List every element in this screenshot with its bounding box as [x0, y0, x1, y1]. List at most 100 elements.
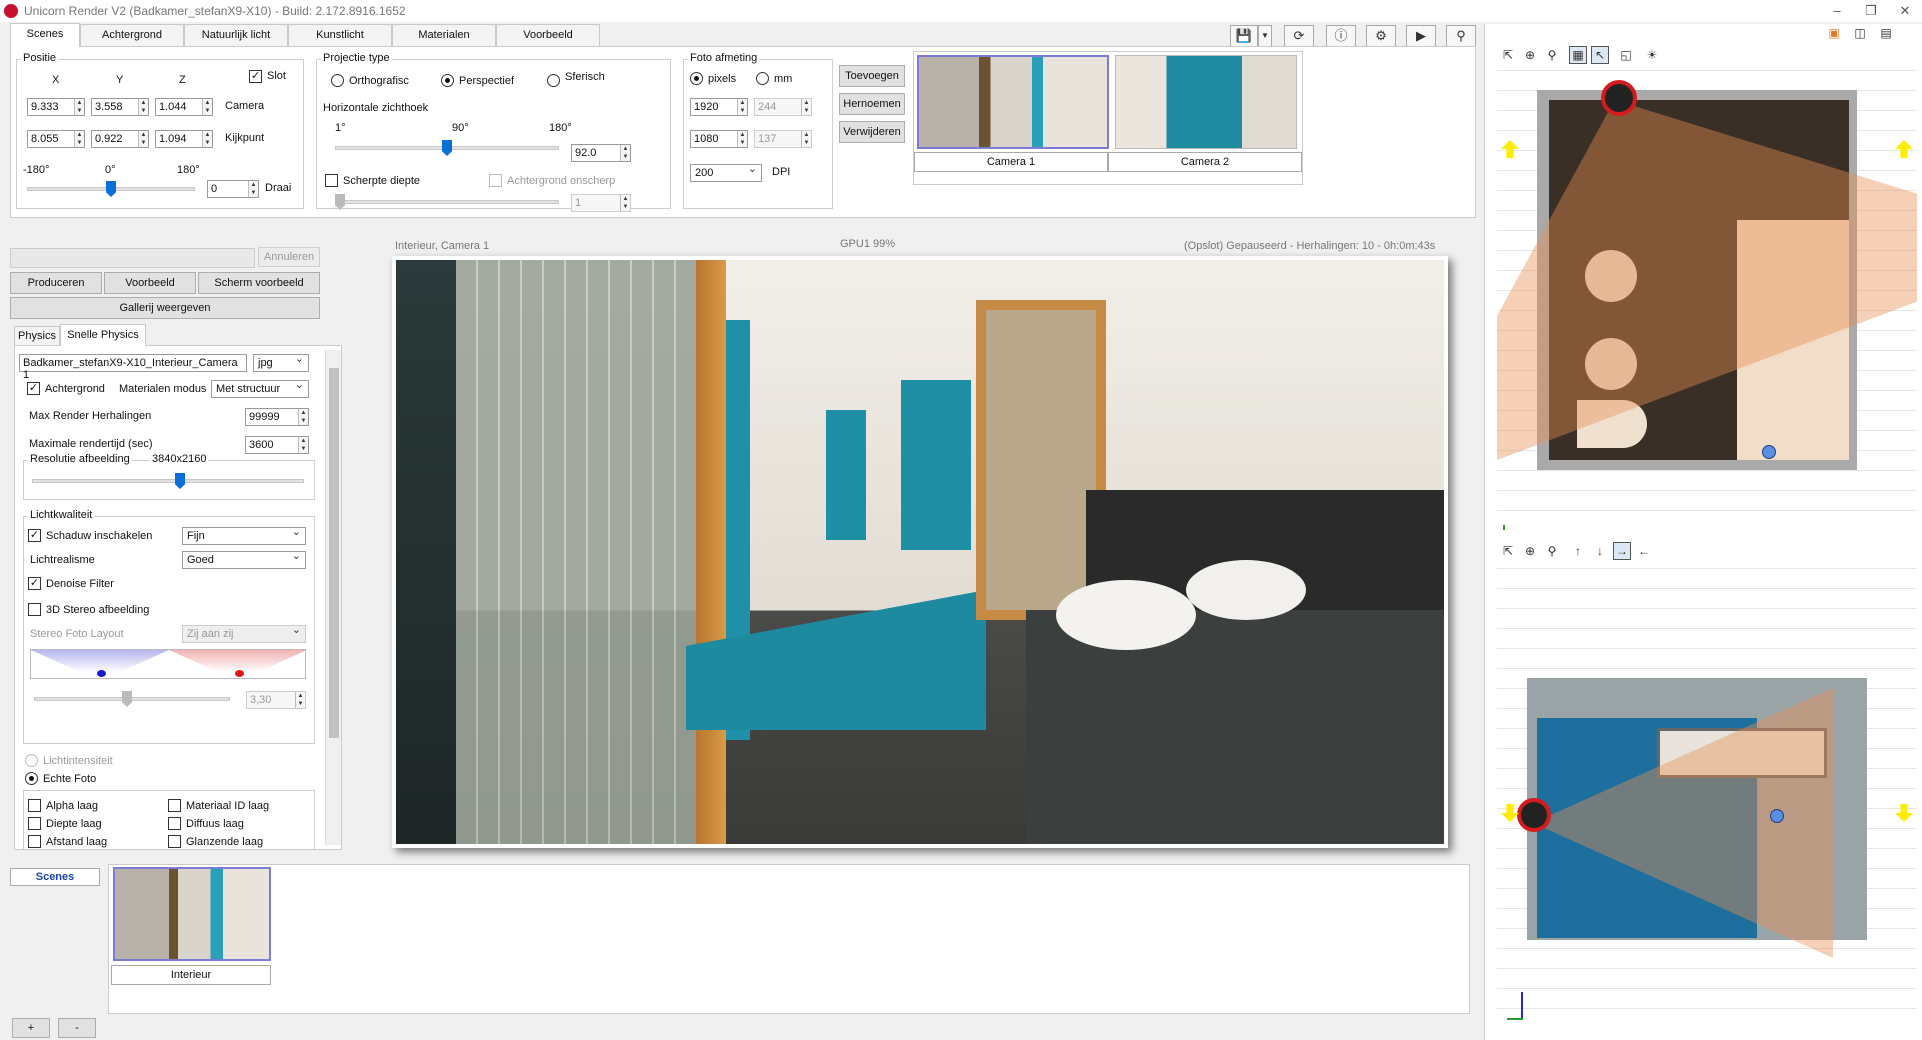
- height-mm-field[interactable]: 137 ▲ ▼: [754, 130, 812, 148]
- camera-x-field[interactable]: 9.333 ▲ ▼: [27, 98, 85, 116]
- resolutie-slider-track[interactable]: [32, 479, 304, 483]
- camera-y-field[interactable]: 3.558 ▲ ▼: [91, 98, 149, 116]
- close-icon[interactable]: ✕: [1890, 2, 1920, 20]
- move-up-right-icon[interactable]: [1895, 140, 1913, 158]
- scrollbar-thumb[interactable]: [329, 368, 339, 738]
- lichtintensiteit-radio[interactable]: [25, 754, 38, 767]
- pixels-radio[interactable]: [690, 72, 703, 85]
- alpha-laag-checkbox[interactable]: [28, 799, 41, 812]
- max-render-field[interactable]: 99999 ▲ ▼: [245, 408, 309, 426]
- mm-radio[interactable]: [756, 72, 769, 85]
- select-tool-icon[interactable]: ↖: [1591, 46, 1609, 64]
- spin-arrows-icon[interactable]: ▲ ▼: [737, 99, 747, 115]
- draai-field[interactable]: 0 ▲ ▼: [207, 180, 259, 198]
- target-point-icon[interactable]: [1762, 445, 1776, 459]
- tab-materialen[interactable]: Materialen: [392, 24, 496, 46]
- remove-scene-button[interactable]: -: [58, 1018, 96, 1038]
- zoom-extents-icon[interactable]: ⇱: [1499, 542, 1517, 560]
- spin-arrows-icon[interactable]: ▲ ▼: [801, 131, 811, 147]
- tab-snelle-physics[interactable]: Snelle Physics: [60, 324, 146, 346]
- sferisch-radio[interactable]: [547, 74, 560, 87]
- spin-arrows-icon[interactable]: ▲ ▼: [138, 131, 148, 147]
- tab-physics[interactable]: Physics: [14, 326, 60, 346]
- spin-arrows-icon[interactable]: ▲ ▼: [202, 131, 212, 147]
- image-icon[interactable]: ◱: [1617, 46, 1635, 64]
- camera-2-caption[interactable]: Camera 2: [1108, 152, 1302, 172]
- schaduw-select[interactable]: Fijn: [182, 525, 306, 545]
- camera-1-marker-icon[interactable]: [1601, 80, 1637, 116]
- camera-2-thumbnail[interactable]: [1115, 55, 1297, 149]
- filename-field[interactable]: Badkamer_stefanX9-X10_Interieur_Camera 1: [19, 354, 247, 381]
- achtergrond-checkbox[interactable]: ✓: [27, 382, 40, 395]
- camera-view-icon[interactable]: ▦: [1569, 46, 1587, 64]
- front-elevation-view[interactable]: [1497, 568, 1917, 1028]
- tab-scenes[interactable]: Scenes: [10, 23, 80, 47]
- search-icon[interactable]: ⚲: [1446, 25, 1476, 47]
- format-select[interactable]: jpg: [253, 352, 309, 372]
- layout-a-icon[interactable]: ▣: [1825, 24, 1843, 42]
- kijkpunt-z-field[interactable]: 1.094 ▲ ▼: [155, 130, 213, 148]
- zoom-icon[interactable]: ⚲: [1543, 46, 1561, 64]
- save-icon[interactable]: 💾: [1230, 25, 1258, 47]
- spin-arrows-icon[interactable]: ▲ ▼: [202, 99, 212, 115]
- spin-arrows-icon[interactable]: ▲ ▼: [248, 181, 258, 197]
- spin-arrows-icon[interactable]: ▲ ▼: [620, 195, 630, 211]
- minimize-icon[interactable]: –: [1822, 2, 1852, 20]
- zoom-icon[interactable]: ⚲: [1543, 542, 1561, 560]
- render-preview-icon[interactable]: ▶: [1406, 25, 1436, 47]
- scherm-voorbeeld-button[interactable]: Scherm voorbeeld: [198, 272, 320, 294]
- arrow-up-icon[interactable]: ↑: [1569, 542, 1587, 560]
- diffuus-laag-checkbox[interactable]: [168, 817, 181, 830]
- kijkpunt-y-field[interactable]: 0.922 ▲ ▼: [91, 130, 149, 148]
- produceren-button[interactable]: Produceren: [10, 272, 102, 294]
- camera-1-caption[interactable]: Camera 1: [914, 152, 1108, 172]
- spin-arrows-icon[interactable]: ▲ ▼: [298, 437, 308, 453]
- gallerij-button[interactable]: Gallerij weergeven: [10, 297, 320, 319]
- layout-b-icon[interactable]: ◫: [1851, 24, 1869, 42]
- perspectief-radio[interactable]: [441, 74, 454, 87]
- stereo-checkbox[interactable]: [28, 603, 41, 616]
- diepte-laag-checkbox[interactable]: [28, 817, 41, 830]
- hernoemen-button[interactable]: Hernoemen: [839, 93, 905, 115]
- spin-arrows-icon[interactable]: ▲ ▼: [737, 131, 747, 147]
- spin-arrows-icon[interactable]: ▲ ▼: [74, 131, 84, 147]
- tab-achtergrond[interactable]: Achtergrond: [80, 24, 184, 46]
- stereo-slider-track[interactable]: [34, 697, 230, 701]
- denoise-checkbox[interactable]: ✓: [28, 577, 41, 590]
- achtergrond-onscherp-checkbox[interactable]: [489, 174, 502, 187]
- orthografisc-radio[interactable]: [331, 74, 344, 87]
- max-tijd-field[interactable]: 3600 ▲ ▼: [245, 436, 309, 454]
- scherpte-checkbox[interactable]: [325, 174, 338, 187]
- dropdown-icon[interactable]: ▼: [1258, 25, 1272, 47]
- spin-arrows-icon[interactable]: ▲ ▼: [138, 99, 148, 115]
- stereo-slider-thumb[interactable]: [122, 691, 132, 707]
- kijkpunt-x-field[interactable]: 8.055 ▲ ▼: [27, 130, 85, 148]
- camera-side-marker-icon[interactable]: [1517, 798, 1551, 832]
- arrow-left-icon[interactable]: ←: [1635, 542, 1653, 560]
- spin-arrows-icon[interactable]: ▲ ▼: [298, 409, 308, 425]
- height-px-field[interactable]: 1080 ▲ ▼: [690, 130, 748, 148]
- network-icon[interactable]: ⚙: [1366, 25, 1396, 47]
- materiaal-id-laag-checkbox[interactable]: [168, 799, 181, 812]
- refresh-icon[interactable]: ⟳: [1284, 25, 1314, 47]
- add-scene-button[interactable]: +: [12, 1018, 50, 1038]
- schaduw-checkbox[interactable]: ✓: [28, 529, 41, 542]
- target-side-point-icon[interactable]: [1770, 809, 1784, 823]
- physics-scrollbar[interactable]: [325, 350, 341, 845]
- toevoegen-button[interactable]: Toevoegen: [839, 65, 905, 87]
- sun-icon[interactable]: ☀: [1643, 46, 1661, 64]
- lichtrealisme-select[interactable]: Goed: [182, 549, 306, 569]
- dpi-select[interactable]: 200: [690, 162, 762, 182]
- zoom-extents-icon[interactable]: ⇱: [1499, 46, 1517, 64]
- echte-foto-radio[interactable]: [25, 772, 38, 785]
- restore-icon[interactable]: ❐: [1856, 2, 1886, 20]
- hz-slider-thumb[interactable]: [442, 140, 452, 156]
- blur-slider-track[interactable]: [335, 200, 559, 204]
- tab-voorbeeld[interactable]: Voorbeeld: [496, 24, 600, 46]
- scenes-label[interactable]: Scenes: [10, 868, 100, 886]
- verwijderen-button[interactable]: Verwijderen: [839, 121, 905, 143]
- scene-interieur-caption[interactable]: Interieur: [111, 965, 271, 985]
- afstand-laag-checkbox[interactable]: [28, 835, 41, 848]
- width-mm-field[interactable]: 244 ▲ ▼: [754, 98, 812, 116]
- scene-interieur-thumbnail[interactable]: [113, 867, 271, 961]
